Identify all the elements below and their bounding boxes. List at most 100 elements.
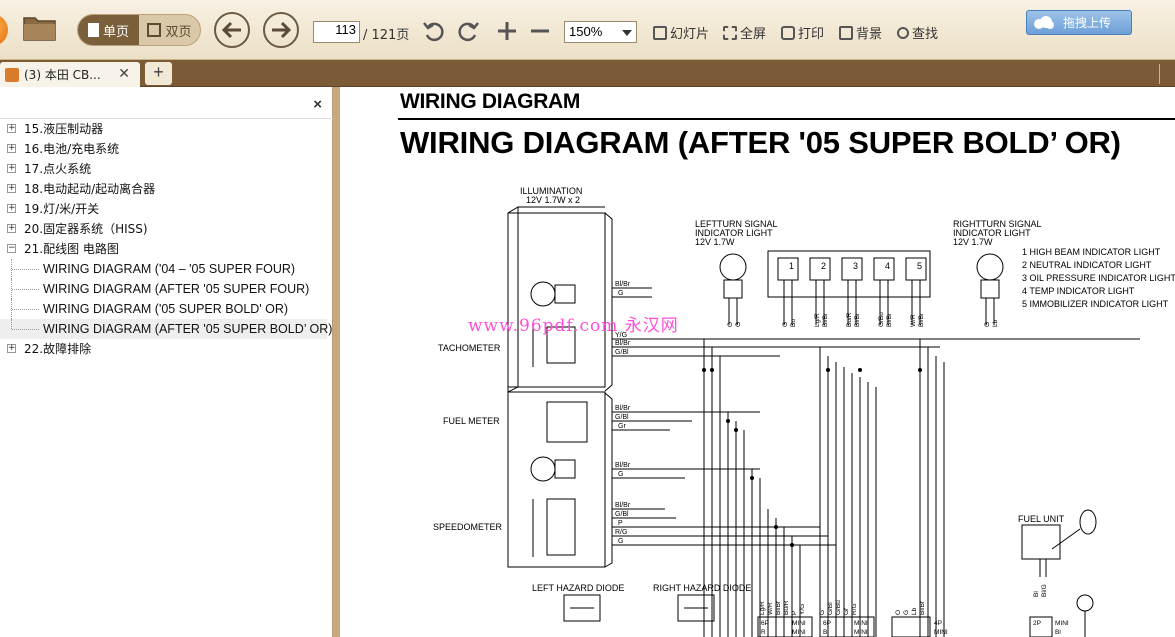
tabbar-divider [1159, 64, 1175, 84]
fuel-unit-label: FUEL UNIT [1018, 514, 1065, 524]
arrow-left-icon [221, 21, 241, 39]
slideshow-button[interactable]: 幻灯片 [653, 23, 709, 42]
close-tab-icon[interactable]: ✕ [118, 66, 130, 82]
print-button[interactable]: 打印 [781, 23, 824, 42]
app-logo-icon[interactable] [0, 14, 8, 46]
wire-label: Gr [843, 607, 850, 615]
wire-label: G/Bl [615, 414, 629, 421]
wire-label: Bl/G [1041, 584, 1048, 597]
expand-icon[interactable]: + [7, 144, 16, 153]
tab-bar: (3) 本田 CB... ✕ + [0, 60, 1175, 87]
outline-item-15[interactable]: +15.液压制动器 [0, 119, 333, 139]
expand-icon[interactable]: + [7, 344, 16, 353]
rotate-right-icon[interactable] [455, 18, 481, 44]
fuel-meter-label: FUEL METER [443, 416, 500, 426]
single-page-button[interactable]: 单页 [78, 15, 139, 45]
fullscreen-button[interactable]: 全屏 [723, 23, 766, 42]
outline-subitem-3[interactable]: WIRING DIAGRAM ('05 SUPER BOLD' OR) [0, 299, 333, 319]
wire-label: Bl/Br [615, 340, 631, 347]
wire-label: Bl/Br [854, 312, 861, 327]
outline-item-label: WIRING DIAGRAM ('04 – '05 SUPER FOUR) [43, 262, 296, 276]
wiring-diagram: ILLUMINATION 12V 1.7W x 2 LEFTTURN SIGNA… [433, 186, 1175, 637]
outline-item-label: WIRING DIAGRAM ('05 SUPER BOLD' OR) [43, 302, 289, 316]
wire-label: Bl/Br [886, 312, 893, 327]
outline-item-20[interactable]: +20.固定器系统（HISS) [0, 219, 333, 239]
zoom-value: 150% [569, 24, 603, 39]
fullscreen-icon [723, 25, 737, 40]
connector-label: Bl [1055, 629, 1061, 636]
outline-subitem-4-selected[interactable]: WIRING DIAGRAM (AFTER '05 SUPER BOLD’ OR… [0, 319, 332, 339]
collapse-icon[interactable]: − [7, 244, 16, 253]
wire-label: G/Bl [615, 511, 629, 518]
tachometer-label: TACHOMETER [438, 343, 501, 353]
outline-item-label: WIRING DIAGRAM (AFTER '05 SUPER BOLD’ OR… [43, 322, 333, 336]
indicator-number: 3 [853, 261, 858, 271]
watermark-text: www.96pdf.com 永汉网 [468, 316, 679, 336]
outline-subitem-1[interactable]: WIRING DIAGRAM ('04 – '05 SUPER FOUR) [0, 259, 333, 279]
expand-icon[interactable]: + [7, 224, 16, 233]
wire-label: Bu/R [846, 312, 853, 327]
wire-label: Lg/R [814, 313, 821, 327]
sidebar-splitter[interactable] [333, 87, 340, 637]
wire-label: Bl/Br [775, 600, 782, 615]
wire-label: Bl/Br [918, 312, 925, 327]
connector-label: 6P [761, 620, 769, 627]
view-mode-toggle: 单页 双页 [77, 14, 201, 46]
expand-icon[interactable]: + [7, 124, 16, 133]
page-title: WIRING DIAGRAM (AFTER '05 SUPER BOLD’ OR… [400, 125, 1121, 160]
connector-label: MINI [792, 620, 806, 627]
expand-icon[interactable]: + [7, 164, 16, 173]
outline-item-label: WIRING DIAGRAM (AFTER '05 SUPER FOUR) [43, 282, 310, 296]
search-button[interactable]: 查找 [897, 23, 938, 42]
legend-item: 2 NEUTRAL INDICATOR LIGHT [1022, 260, 1152, 270]
legend-item: 5 IMMOBILIZER INDICATOR LIGHT [1022, 299, 1169, 309]
zoom-select[interactable]: 150% [564, 21, 637, 43]
tree-line [11, 319, 12, 329]
wire-label: G/Bu [878, 312, 885, 327]
wire-label: Bl/Br [919, 600, 926, 615]
outline-item-22[interactable]: +22.故障排除 [0, 339, 333, 359]
outline-subitem-2[interactable]: WIRING DIAGRAM (AFTER '05 SUPER FOUR) [0, 279, 333, 299]
outline-item-label: 16.电池/充电系统 [24, 142, 120, 156]
outline-item-18[interactable]: +18.电动起动/起动离合器 [0, 179, 333, 199]
wire-label: Gr [618, 423, 626, 430]
wire-label: Y/G [799, 604, 806, 615]
indicator-number: 5 [917, 261, 922, 271]
upload-button[interactable]: 拖拽上传 [1026, 10, 1132, 35]
prev-page-button[interactable] [214, 12, 250, 48]
toolbar: 单页 双页 113 / 121页 150% 幻灯片 全屏 打印 背景 查找 拖拽… [0, 0, 1175, 60]
connector-label: MINI [934, 629, 948, 636]
open-folder-icon[interactable] [22, 12, 58, 44]
wire-label: G [618, 538, 623, 545]
pdf-file-icon [5, 67, 19, 82]
double-page-button[interactable]: 双页 [139, 15, 200, 45]
tab-document[interactable]: (3) 本田 CB... ✕ [0, 62, 140, 87]
cloud-icon [1034, 15, 1054, 29]
new-tab-button[interactable]: + [145, 62, 172, 85]
slideshow-label: 幻灯片 [670, 27, 710, 42]
outline-item-label: 20.固定器系统（HISS) [24, 222, 148, 236]
legend-item: 1 HIGH BEAM INDICATOR LIGHT [1022, 247, 1161, 257]
background-label: 背景 [856, 27, 883, 42]
wire-label: Lg/R [759, 601, 766, 615]
document-viewer[interactable]: WIRING DIAGRAM WIRING DIAGRAM (AFTER '05… [340, 87, 1175, 637]
outline-item-17[interactable]: +17.点火系统 [0, 159, 333, 179]
close-sidebar-icon[interactable]: × [313, 96, 322, 113]
page-number-input[interactable]: 113 [313, 21, 360, 43]
wire-label: G [618, 471, 623, 478]
expand-icon[interactable]: + [7, 184, 16, 193]
zoom-out-icon[interactable] [527, 18, 553, 44]
outline-item-16[interactable]: +16.电池/充电系统 [0, 139, 333, 159]
outline-item-19[interactable]: +19.灯/米/开关 [0, 199, 333, 219]
wire-label: R/G [615, 529, 627, 536]
rotate-left-icon[interactable] [421, 18, 447, 44]
outline-item-label: 19.灯/米/开关 [24, 202, 100, 216]
expand-icon[interactable]: + [7, 204, 16, 213]
wire-label: P [791, 611, 798, 615]
background-button[interactable]: 背景 [839, 23, 882, 42]
outline-item-21[interactable]: −21.配线图 电路图 [0, 239, 333, 259]
zoom-in-icon[interactable] [494, 18, 520, 44]
next-page-button[interactable] [263, 12, 299, 48]
speedometer-label: SPEEDOMETER [433, 522, 503, 532]
wire-label: R/G [851, 603, 858, 615]
